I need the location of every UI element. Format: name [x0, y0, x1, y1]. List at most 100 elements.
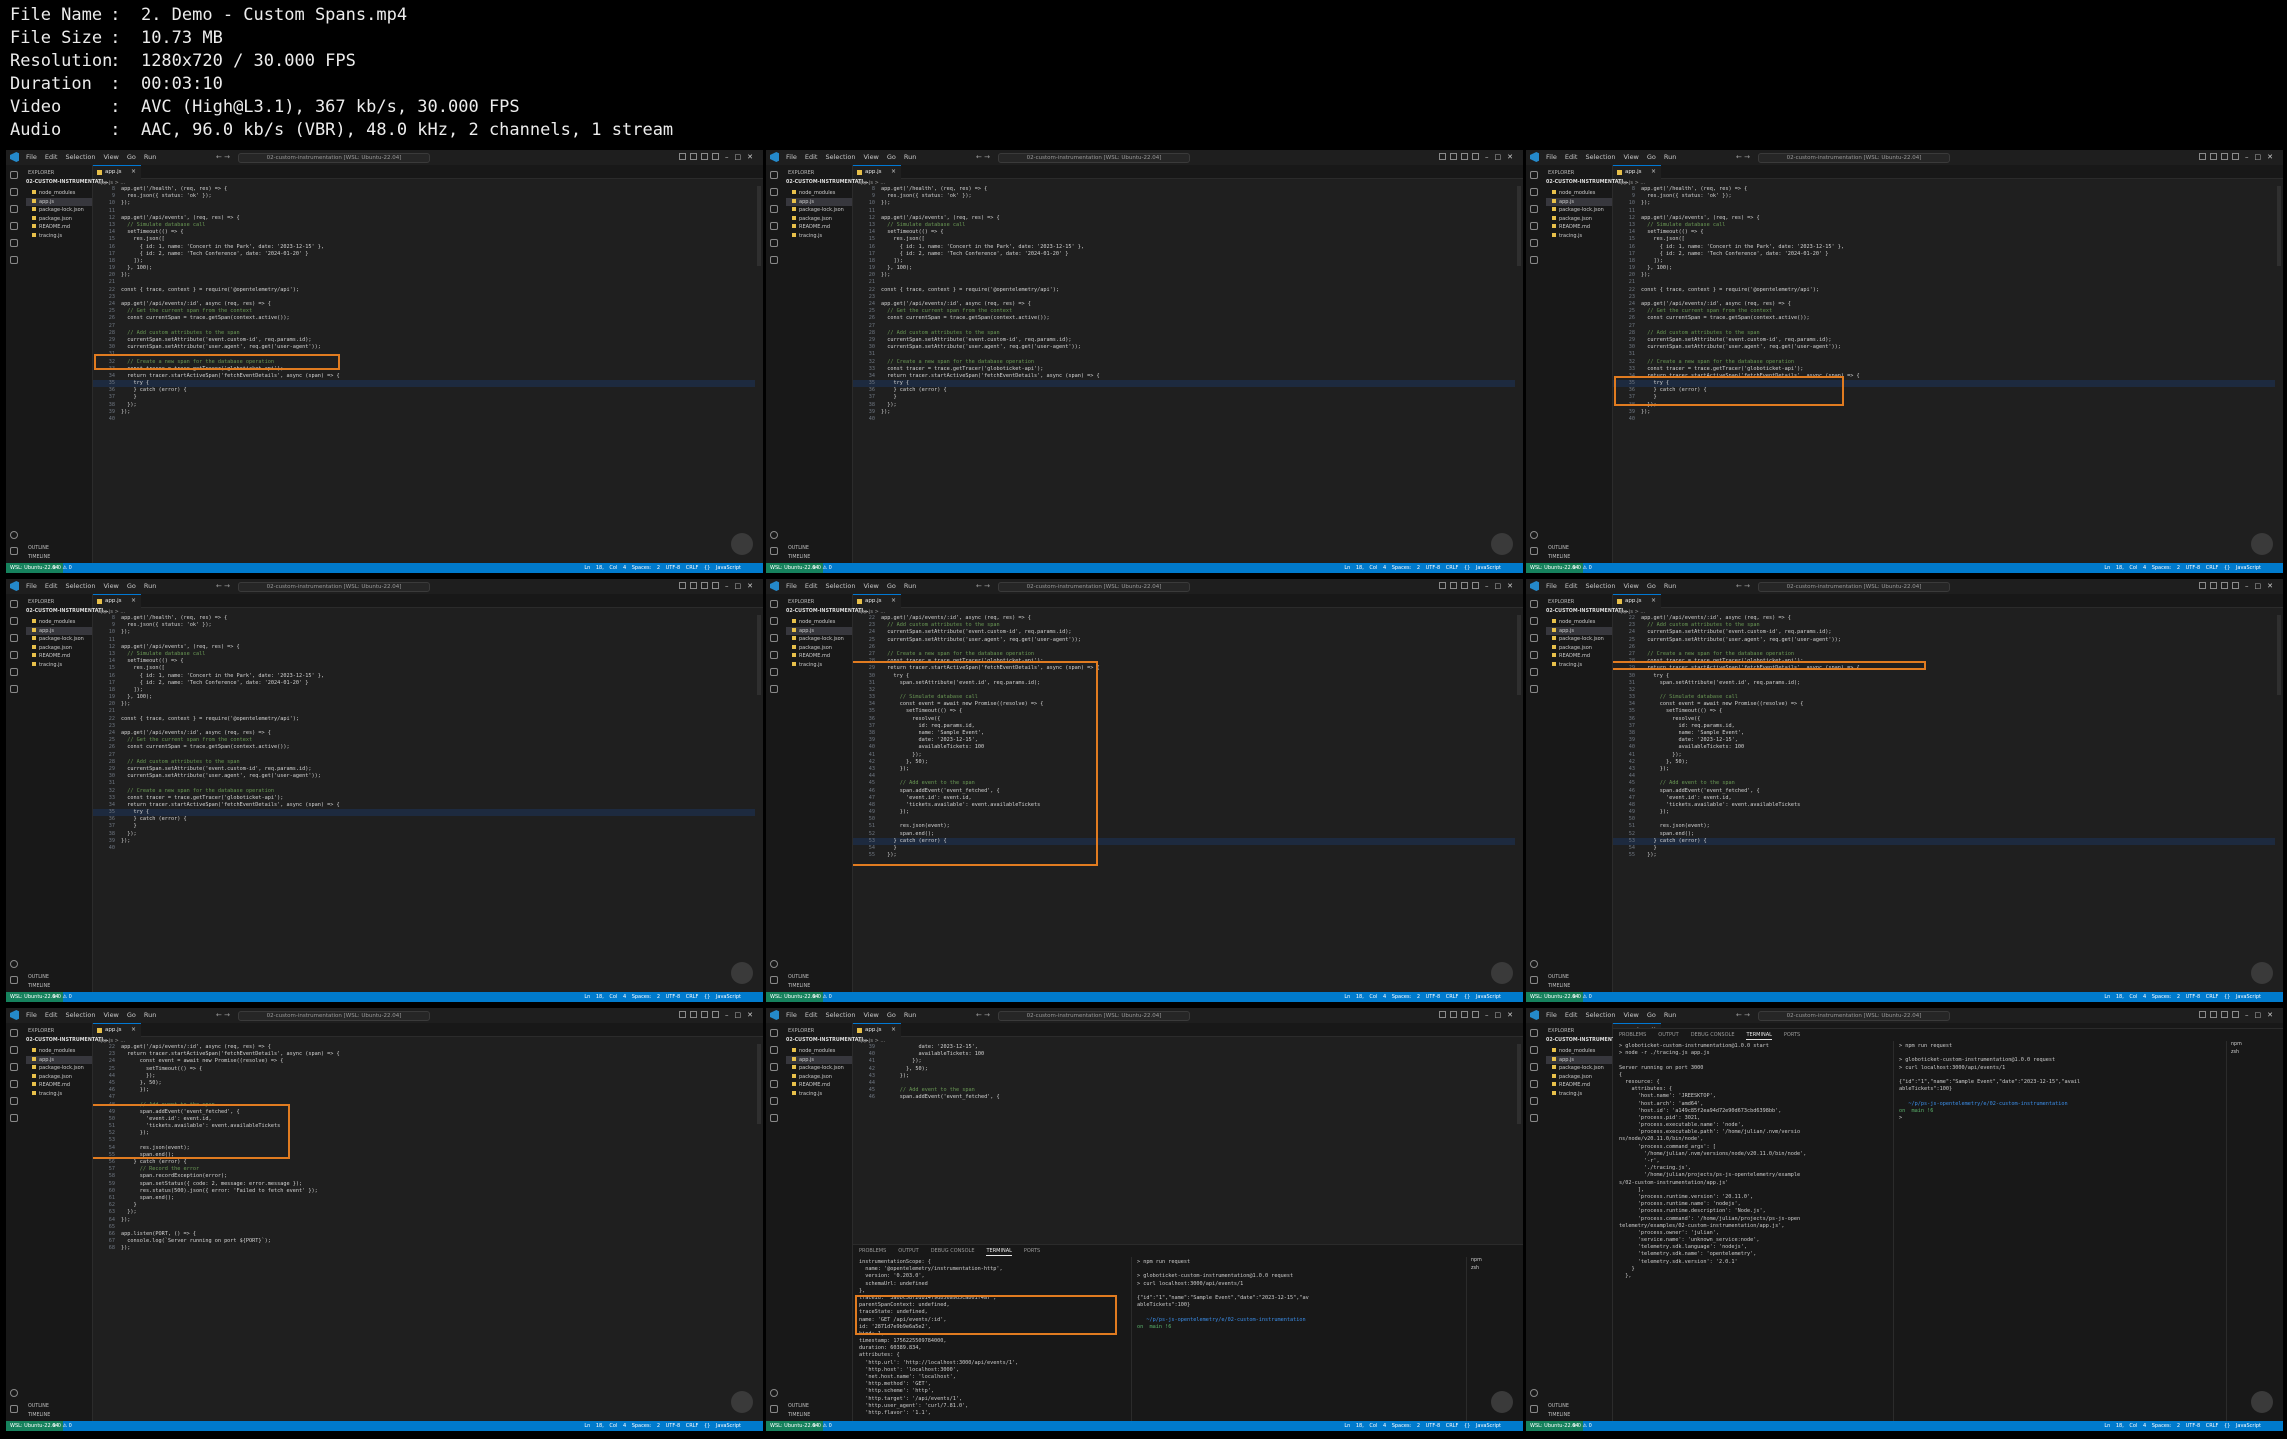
layout-toggle-icon[interactable]: [2199, 1011, 2206, 1018]
layout-toggle-icon[interactable]: [712, 1011, 719, 1018]
file-tree-item[interactable]: tracing.js: [792, 661, 822, 669]
remote-explorer-icon[interactable]: [770, 256, 778, 264]
file-tree-item[interactable]: package.json: [792, 1073, 832, 1081]
explorer-icon[interactable]: [10, 600, 18, 608]
file-tree-item[interactable]: package-lock.json: [792, 1064, 844, 1072]
file-tree-item[interactable]: README.md: [32, 1081, 70, 1089]
file-tree-item[interactable]: node_modules: [792, 1047, 835, 1055]
explorer-icon[interactable]: [770, 171, 778, 179]
layout-toggle-icon[interactable]: [1450, 1011, 1457, 1018]
layout-toggle-icon[interactable]: [701, 153, 708, 160]
menu-item[interactable]: Selection: [65, 150, 95, 165]
panel-tab[interactable]: PORTS: [1784, 1031, 1800, 1040]
layout-toggle-icon[interactable]: [1472, 582, 1479, 589]
file-tree-item[interactable]: package-lock.json: [1552, 635, 1604, 643]
menu-item[interactable]: Go: [1647, 150, 1656, 165]
close-icon[interactable]: ×: [891, 168, 896, 175]
file-tree-item[interactable]: package-lock.json: [792, 206, 844, 214]
problems-indicator[interactable]: ⊗ 0 ⚠ 0: [52, 1421, 72, 1431]
file-tree-item[interactable]: app.js: [1546, 1055, 1612, 1064]
workspace-folder[interactable]: 02-CUSTOM-INSTRUMENTATI...: [1546, 180, 1629, 185]
window-controls[interactable]: –□✕: [1485, 579, 1519, 594]
close-icon[interactable]: ×: [131, 1026, 136, 1033]
file-tree-item[interactable]: README.md: [1552, 223, 1590, 231]
tab-app-js[interactable]: app.js ×: [853, 1023, 901, 1037]
menu-item[interactable]: Go: [887, 150, 896, 165]
close-icon[interactable]: ×: [1651, 168, 1656, 175]
file-tree-item[interactable]: README.md: [792, 652, 830, 660]
workspace-folder[interactable]: 02-CUSTOM-INSTRUMENTATI...: [786, 180, 869, 185]
menu-item[interactable]: Run: [144, 579, 156, 594]
timeline-section[interactable]: TIMELINE: [1548, 984, 1570, 989]
close-icon[interactable]: ×: [891, 1026, 896, 1033]
run-debug-icon[interactable]: [770, 1080, 778, 1088]
file-tree-item[interactable]: tracing.js: [32, 1090, 62, 1098]
menu-item[interactable]: View: [103, 579, 118, 594]
command-search-input[interactable]: 02-custom-instrumentation [WSL: Ubuntu-2…: [998, 153, 1190, 163]
file-tree-item[interactable]: tracing.js: [32, 232, 62, 240]
outline-section[interactable]: OUTLINE: [28, 975, 49, 980]
menu-item[interactable]: Run: [144, 1008, 156, 1023]
file-tree-item[interactable]: package.json: [32, 215, 72, 223]
window-controls[interactable]: –□✕: [1485, 1008, 1519, 1023]
layout-toggle-icon[interactable]: [2210, 1011, 2217, 1018]
timeline-section[interactable]: TIMELINE: [28, 1413, 50, 1418]
gear-icon[interactable]: [1530, 547, 1538, 555]
window-controls[interactable]: –□✕: [2245, 579, 2279, 594]
layout-toggle-icon[interactable]: [1461, 153, 1468, 160]
layout-toggle-icon[interactable]: [2210, 582, 2217, 589]
layout-toggle-icon[interactable]: [701, 1011, 708, 1018]
panel-tab[interactable]: OUTPUT: [1658, 1031, 1678, 1040]
terminal-instance[interactable]: npm: [2227, 1041, 2283, 1049]
copilot-icon[interactable]: [1491, 962, 1513, 984]
search-icon[interactable]: [1530, 1046, 1538, 1054]
file-tree-item[interactable]: node_modules: [32, 618, 75, 626]
problems-indicator[interactable]: ⊗ 0 ⚠ 0: [812, 1421, 832, 1431]
file-tree-item[interactable]: package.json: [792, 215, 832, 223]
run-debug-icon[interactable]: [1530, 1080, 1538, 1088]
gear-icon[interactable]: [770, 547, 778, 555]
editor-scrollbar[interactable]: [757, 1044, 761, 1124]
workspace-folder[interactable]: 02-CUSTOM-INSTRUMENTATI...: [26, 609, 109, 614]
file-tree-item[interactable]: tracing.js: [792, 232, 822, 240]
remote-explorer-icon[interactable]: [770, 685, 778, 693]
explorer-icon[interactable]: [1530, 1029, 1538, 1037]
problems-indicator[interactable]: ⊗ 0 ⚠ 0: [1572, 563, 1592, 573]
search-icon[interactable]: [770, 188, 778, 196]
menu-item[interactable]: Edit: [45, 150, 58, 165]
extensions-icon[interactable]: [770, 239, 778, 247]
tab-app-js[interactable]: app.js ×: [853, 165, 901, 179]
account-icon[interactable]: [10, 531, 18, 539]
copilot-icon[interactable]: [731, 1391, 753, 1413]
menu-item[interactable]: File: [1546, 150, 1557, 165]
panel-tab[interactable]: PORTS: [1024, 1247, 1040, 1256]
layout-toggle-icon[interactable]: [2221, 1011, 2228, 1018]
outline-section[interactable]: OUTLINE: [788, 975, 809, 980]
menu-item[interactable]: Go: [127, 1008, 136, 1023]
run-debug-icon[interactable]: [10, 222, 18, 230]
window-controls[interactable]: –□✕: [2245, 1008, 2279, 1023]
tab-app-js[interactable]: app.js ×: [93, 165, 141, 179]
file-tree-item[interactable]: package-lock.json: [32, 206, 84, 214]
remote-explorer-icon[interactable]: [1530, 685, 1538, 693]
copilot-icon[interactable]: [2251, 1391, 2273, 1413]
timeline-section[interactable]: TIMELINE: [788, 984, 810, 989]
menu-item[interactable]: Run: [904, 1008, 916, 1023]
menu-item[interactable]: File: [1546, 579, 1557, 594]
menu-item[interactable]: View: [103, 1008, 118, 1023]
file-tree-item[interactable]: node_modules: [1552, 618, 1595, 626]
gear-icon[interactable]: [1530, 976, 1538, 984]
menu-item[interactable]: Run: [904, 579, 916, 594]
nav-arrows-icon[interactable]: ← →: [1736, 150, 1750, 165]
nav-arrows-icon[interactable]: ← →: [976, 579, 990, 594]
account-icon[interactable]: [1530, 1389, 1538, 1397]
layout-toggle-icon[interactable]: [1439, 582, 1446, 589]
code-editor[interactable]: 8 app.get('/health', (req, res) => {9 res…: [853, 186, 1515, 559]
timeline-section[interactable]: TIMELINE: [1548, 555, 1570, 560]
editor-scrollbar[interactable]: [1517, 615, 1521, 695]
menu-item[interactable]: Selection: [825, 150, 855, 165]
nav-arrows-icon[interactable]: ← →: [216, 150, 230, 165]
extensions-icon[interactable]: [10, 668, 18, 676]
window-controls[interactable]: –□✕: [725, 150, 759, 165]
layout-toggle-icon[interactable]: [1450, 582, 1457, 589]
